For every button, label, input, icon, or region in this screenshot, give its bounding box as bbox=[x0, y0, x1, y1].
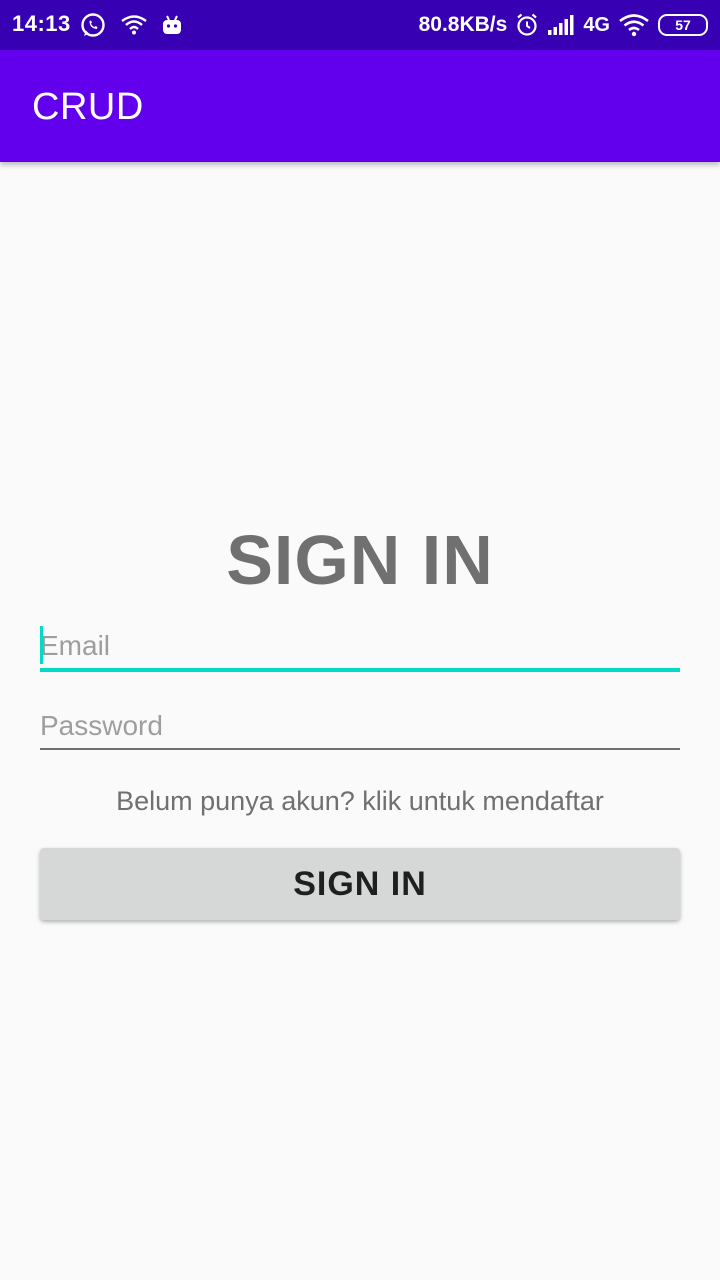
page-title: SIGN IN bbox=[226, 521, 494, 599]
wifi-icon bbox=[618, 13, 650, 37]
alarm-icon bbox=[515, 13, 539, 37]
password-field-container[interactable] bbox=[40, 706, 680, 750]
status-time: 14:13 bbox=[12, 11, 71, 36]
status-right-icons: 80.8KB/s 4G 57 bbox=[419, 11, 708, 39]
signal-icon bbox=[547, 14, 575, 36]
register-link[interactable]: Belum punya akun? klik untuk mendaftar bbox=[0, 786, 720, 817]
network-type: 4G bbox=[583, 13, 610, 36]
android-icon bbox=[162, 14, 182, 36]
password-input[interactable] bbox=[40, 706, 680, 746]
app-title: CRUD bbox=[32, 86, 144, 128]
email-input[interactable] bbox=[40, 626, 680, 666]
battery-icon: 57 bbox=[658, 14, 708, 36]
text-cursor bbox=[40, 626, 43, 664]
status-left-icons bbox=[80, 11, 182, 39]
sign-in-button[interactable]: SIGN IN bbox=[40, 848, 680, 920]
status-bar: 14:13 80.8KB/s 4G 57 bbox=[0, 0, 720, 50]
network-speed: 80.8KB/s bbox=[418, 13, 508, 36]
app-bar: CRUD bbox=[0, 50, 720, 162]
wifi-hotspot-icon bbox=[120, 14, 148, 36]
whatsapp-icon bbox=[80, 12, 106, 38]
battery-percent: 57 bbox=[675, 17, 691, 33]
email-field-container[interactable] bbox=[40, 626, 680, 672]
